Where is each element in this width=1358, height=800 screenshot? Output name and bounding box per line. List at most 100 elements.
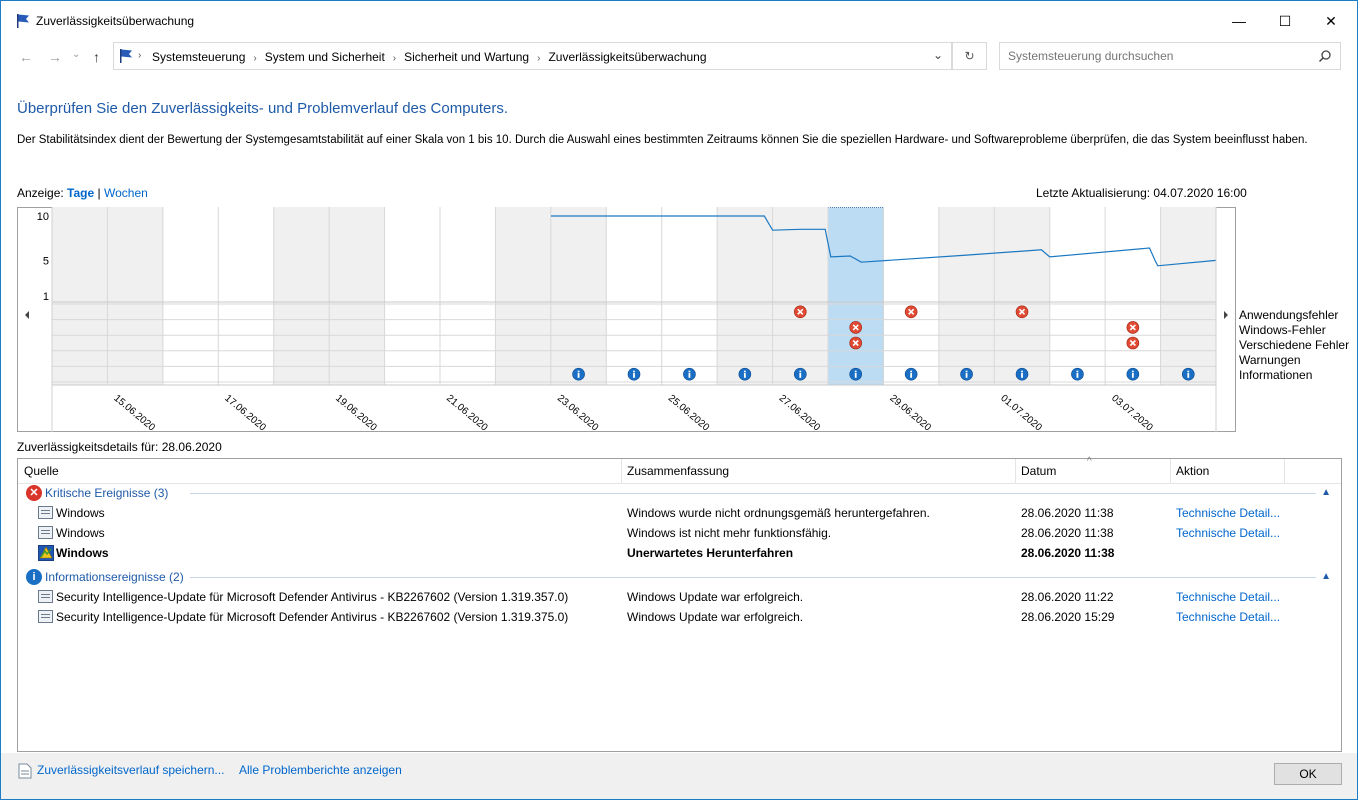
- day-column-shade: [994, 207, 1050, 385]
- forward-button[interactable]: →: [48, 49, 62, 65]
- refresh-icon: ↻: [964, 49, 975, 63]
- legend-windows-errors: Windows-Fehler: [1239, 323, 1326, 337]
- table-row[interactable]: Security Intelligence-Update für Microso…: [18, 587, 1341, 607]
- breadcrumb-item[interactable]: Zuverlässigkeitsüberwachung: [548, 50, 706, 64]
- technical-details-link[interactable]: Technische Detail...: [1176, 610, 1280, 624]
- selected-day-column[interactable]: [827, 207, 884, 386]
- search-input[interactable]: [1006, 48, 1310, 64]
- technical-details-link[interactable]: Technische Detail...: [1176, 506, 1280, 520]
- group-label: Informationsereignisse (2): [45, 570, 184, 584]
- table-row[interactable]: Security Intelligence-Update für Microso…: [18, 607, 1341, 627]
- row-date: 28.06.2020 11:22: [1021, 590, 1114, 604]
- chevron-right-icon[interactable]: ›: [537, 53, 540, 64]
- ok-button[interactable]: OK: [1274, 763, 1342, 785]
- maximize-button[interactable]: ☐: [1262, 1, 1308, 41]
- refresh-button[interactable]: ↻: [952, 42, 987, 70]
- info-dot: [1131, 370, 1134, 373]
- day-column-shade: [52, 207, 108, 385]
- chevron-right-icon[interactable]: ›: [393, 53, 396, 64]
- view-selector: Anzeige: Tage | Wochen: [17, 186, 148, 200]
- group-critical-events[interactable]: ✕ Kritische Ereignisse (3): [26, 485, 168, 501]
- column-divider[interactable]: [621, 459, 622, 483]
- column-summary[interactable]: Zusammenfassung: [627, 464, 729, 478]
- save-history-link[interactable]: Zuverlässigkeitsverlauf speichern...: [37, 763, 224, 777]
- breadcrumb-item[interactable]: System und Sicherheit: [265, 50, 385, 64]
- row-date: 28.06.2020 11:38: [1021, 526, 1114, 540]
- last-update: Letzte Aktualisierung: 04.07.2020 16:00: [1036, 186, 1247, 200]
- reliability-monitor-window: Zuverlässigkeitsüberwachung — ☐ ✕ ← → ⌄ …: [0, 0, 1358, 800]
- info-stem: [1131, 373, 1134, 378]
- info-dot: [743, 370, 746, 373]
- chevron-down-icon[interactable]: ⌄: [933, 48, 943, 62]
- info-dot: [965, 370, 968, 373]
- row-summary: Windows ist nicht mehr funktionsfähig.: [627, 526, 832, 540]
- column-divider[interactable]: [1015, 459, 1016, 483]
- page-description: Der Stabilitätsindex dient der Bewertung…: [17, 134, 1308, 146]
- column-date[interactable]: Datum: [1021, 464, 1056, 478]
- recent-locations-button[interactable]: ⌄: [72, 49, 80, 60]
- row-source: Security Intelligence-Update für Microso…: [56, 590, 569, 604]
- view-separator: |: [97, 186, 101, 200]
- legend-misc-errors: Verschiedene Fehler: [1239, 338, 1350, 352]
- table-row[interactable]: Windows Windows wurde nicht ordnungsgemä…: [18, 503, 1341, 523]
- address-bar[interactable]: › Systemsteuerung › System und Sicherheit ›…: [113, 42, 952, 70]
- search-icon[interactable]: [1318, 49, 1332, 63]
- details-list: Quelle Zusammenfassung Datum ^ Aktion ✕ K…: [17, 456, 1342, 752]
- y-tick-label: 10: [37, 211, 49, 223]
- column-source[interactable]: Quelle: [24, 464, 59, 478]
- view-days-link[interactable]: Tage: [67, 186, 94, 200]
- info-stem: [799, 373, 802, 378]
- stability-chart[interactable]: 105115.06.2020 17.06.2020 19.06.2020 21.06.…: [17, 207, 1236, 432]
- chevron-right-icon[interactable]: ›: [253, 53, 256, 64]
- shutdown-warning-icon: [38, 545, 54, 561]
- column-action[interactable]: Aktion: [1176, 464, 1209, 478]
- info-dot: [688, 370, 691, 373]
- up-button[interactable]: ↑: [93, 49, 100, 65]
- y-tick-label: 1: [43, 291, 49, 303]
- collapse-chevron-icon[interactable]: ▲: [1321, 487, 1331, 498]
- flag-icon: [17, 14, 29, 28]
- show-reports-link[interactable]: Alle Problemberichte anzeigen: [239, 763, 402, 777]
- info-stem: [910, 373, 913, 378]
- breadcrumb-item[interactable]: Systemsteuerung: [152, 50, 245, 64]
- collapse-chevron-icon[interactable]: ▲: [1321, 571, 1331, 582]
- technical-details-link[interactable]: Technische Detail...: [1176, 590, 1280, 604]
- report-icon: [38, 610, 53, 623]
- legend-information: Informationen: [1239, 368, 1313, 382]
- table-row[interactable]: Windows Unerwartetes Herunterfahren 28.0…: [18, 543, 1341, 563]
- info-dot: [1021, 370, 1023, 373]
- info-dot: [910, 370, 913, 373]
- report-icon: [38, 590, 53, 603]
- info-icon: i: [26, 569, 42, 585]
- column-divider[interactable]: [1170, 459, 1171, 483]
- row-date: 28.06.2020 15:29: [1021, 610, 1115, 624]
- day-column-shade: [550, 207, 607, 385]
- search-box[interactable]: [999, 42, 1341, 70]
- info-dot: [633, 370, 635, 373]
- window-title: Zuverlässigkeitsüberwachung: [36, 14, 195, 28]
- group-information-events[interactable]: i Informationsereignisse (2): [26, 569, 184, 585]
- breadcrumb-item[interactable]: Sicherheit und Wartung: [404, 50, 529, 64]
- info-dot: [1076, 370, 1079, 373]
- column-divider[interactable]: [1284, 459, 1285, 483]
- y-tick-label: 5: [43, 255, 49, 267]
- day-column-shade: [1160, 207, 1216, 385]
- minimize-button[interactable]: —: [1216, 1, 1262, 41]
- row-source: Windows: [56, 526, 105, 540]
- info-stem: [577, 373, 580, 378]
- day-column-shade: [717, 207, 773, 385]
- legend-warnings: Warnungen: [1239, 353, 1301, 367]
- back-button[interactable]: ←: [19, 49, 33, 65]
- row-summary: Windows Update war erfolgreich.: [627, 590, 804, 604]
- technical-details-link[interactable]: Technische Detail...: [1176, 526, 1280, 540]
- table-row[interactable]: Windows Windows ist nicht mehr funktions…: [18, 523, 1341, 543]
- sort-up-icon: ^: [1087, 456, 1092, 467]
- details-date-label: Zuverlässigkeitsdetails für: 28.06.2020: [17, 440, 222, 454]
- view-weeks-link[interactable]: Wochen: [104, 186, 148, 200]
- row-source: Windows: [56, 506, 105, 520]
- close-button[interactable]: ✕: [1308, 1, 1354, 41]
- group-divider: [190, 577, 1316, 578]
- error-icon: ✕: [26, 485, 42, 501]
- row-summary: Windows Update war erfolgreich.: [627, 610, 804, 624]
- info-stem: [688, 373, 691, 378]
